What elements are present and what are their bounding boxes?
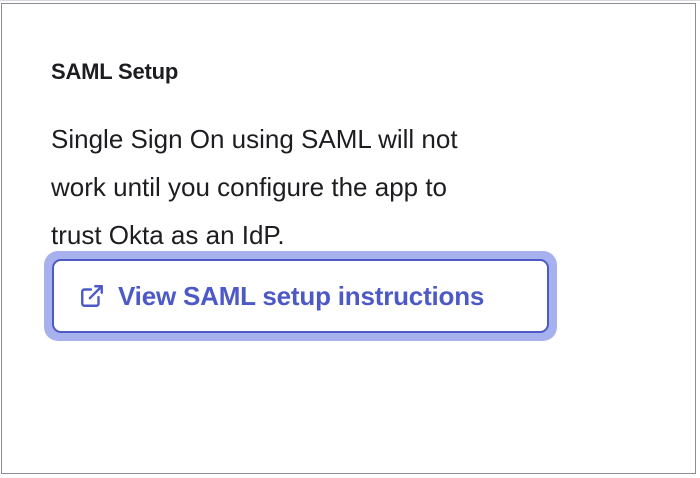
external-link-icon: [79, 283, 105, 309]
card-title: SAML Setup: [51, 59, 179, 84]
description-line: Single Sign On using SAML will not: [51, 124, 458, 154]
top-divider: [0, 0, 700, 1]
card-description: Single Sign On using SAML will not work …: [51, 115, 551, 259]
description-line: work until you configure the app to: [51, 172, 448, 202]
view-saml-instructions-button[interactable]: View SAML setup instructions: [52, 259, 549, 333]
button-label: View SAML setup instructions: [118, 280, 485, 311]
